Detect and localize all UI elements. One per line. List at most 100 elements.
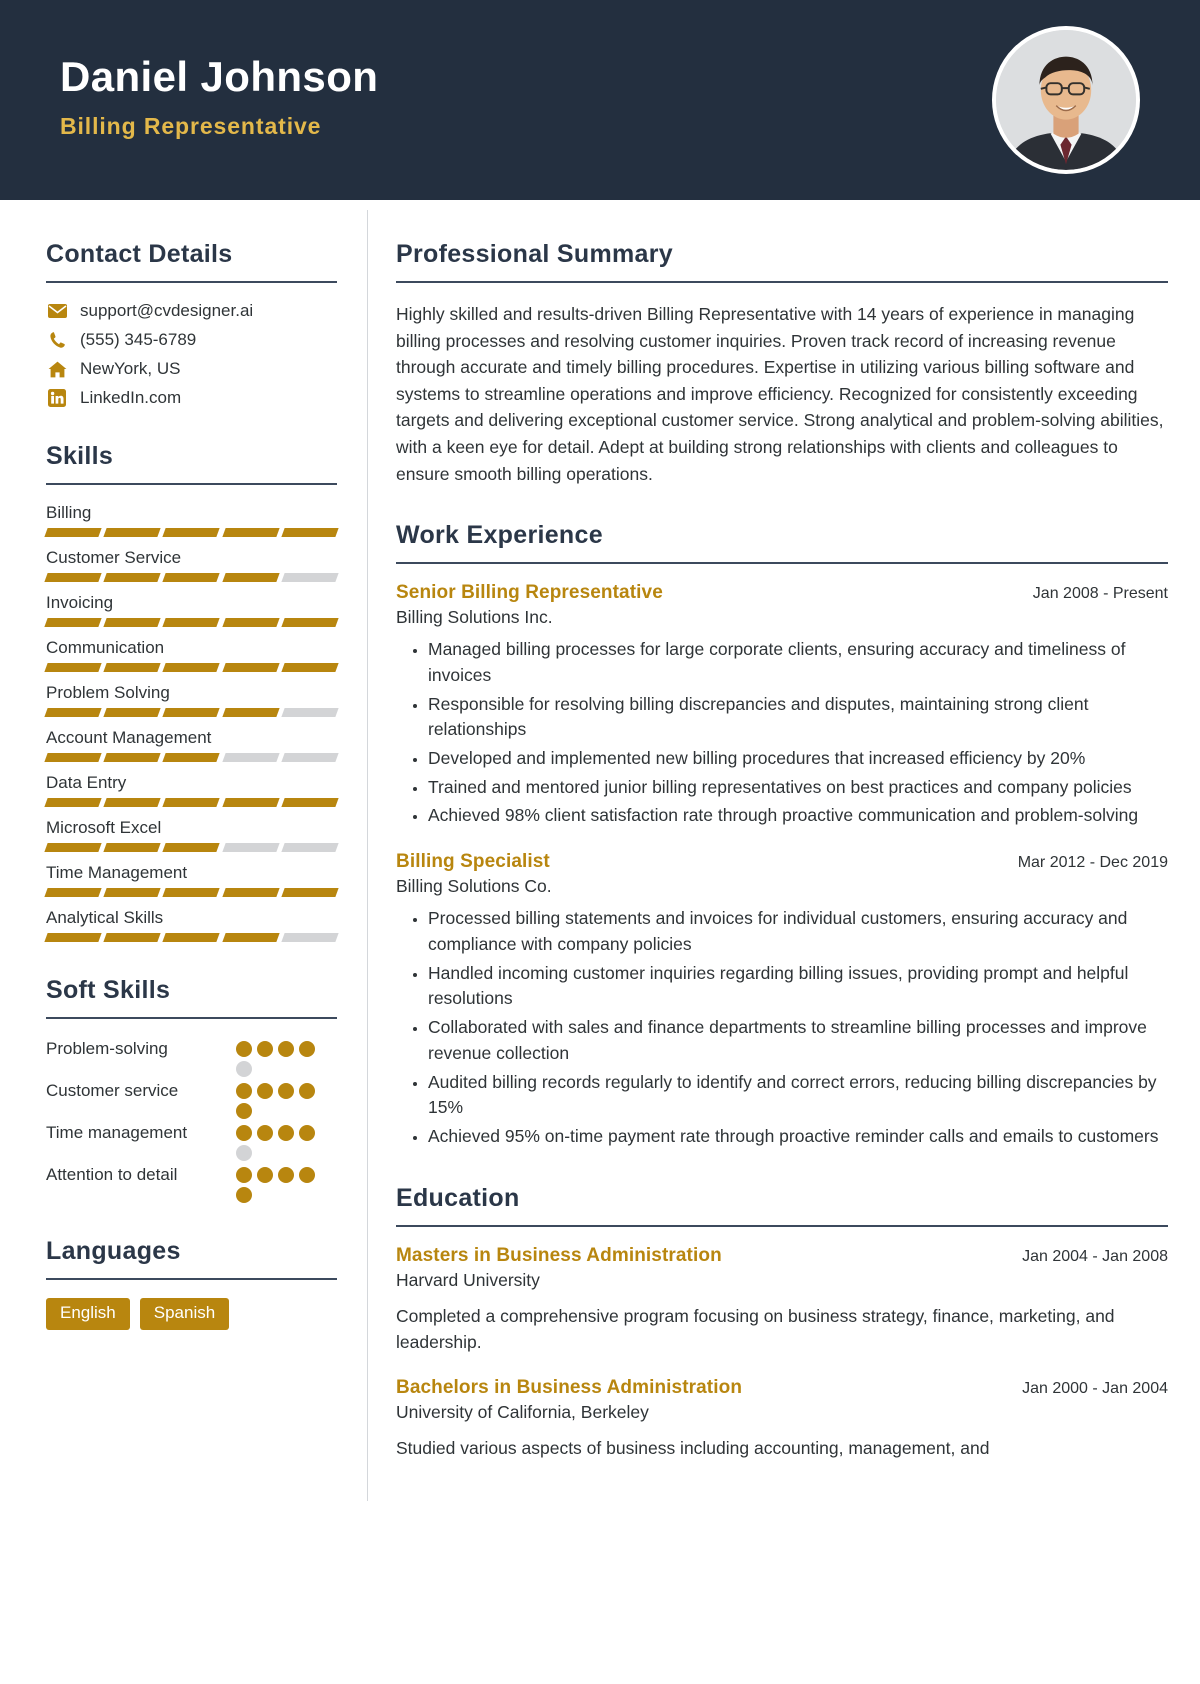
entry-date: Mar 2012 - Dec 2019 [1017, 854, 1168, 872]
skill-bar-segment [103, 753, 162, 762]
candidate-name: Daniel Johnson [60, 53, 379, 101]
skill-label: Problem Solving [46, 683, 170, 702]
skills-list: Billing Customer Service Invoicing Communic… [44, 503, 339, 942]
section-contact-details: Contact Details support@cvdesigner.ai (5… [46, 240, 337, 408]
entry-bullet: Developed and implemented new billing pr… [428, 746, 1168, 772]
experience-list: Senior Billing Representative Jan 2008 - … [396, 582, 1168, 1150]
skill-item: Data Entry [44, 773, 339, 807]
soft-skill-item: Customer service [46, 1079, 337, 1119]
skill-level-bar [44, 798, 339, 807]
skill-bar-segment [221, 888, 280, 897]
skill-level-bar [44, 663, 339, 672]
skill-bar-segment [44, 933, 102, 942]
skill-item: Communication [44, 638, 339, 672]
contact-heading-rule [46, 281, 337, 283]
skill-bar-segment [221, 528, 280, 537]
rating-dot [257, 1125, 273, 1141]
contact-list: support@cvdesigner.ai (555) 345-6789 New… [46, 301, 337, 408]
rating-dot [236, 1103, 252, 1119]
entry-date: Jan 2008 - Present [1032, 585, 1168, 603]
skill-bar-segment [162, 618, 221, 627]
contact-item-phone[interactable]: (555) 345-6789 [46, 330, 337, 350]
resume-body: Contact Details support@cvdesigner.ai (5… [0, 200, 1200, 1502]
entry-header: Billing Specialist Mar 2012 - Dec 2019 [396, 851, 1168, 873]
entry-bullet: Managed billing processes for large corp… [428, 637, 1168, 688]
skill-bar-segment [221, 753, 280, 762]
skill-bar-segment [281, 798, 339, 807]
soft-skill-label: Attention to detail [46, 1165, 178, 1184]
section-languages: Languages English Spanish [46, 1237, 337, 1330]
skill-bar-segment [221, 933, 280, 942]
skill-bar-segment [44, 753, 102, 762]
skill-bar-segment [162, 798, 221, 807]
header-text-block: Daniel Johnson Billing Representative [60, 54, 378, 145]
skill-bar-segment [221, 573, 280, 582]
contact-value-email: support@cvdesigner.ai [80, 301, 254, 320]
rating-dot [299, 1083, 315, 1099]
soft-skills-heading-rule [46, 1017, 337, 1019]
skill-bar-segment [162, 888, 221, 897]
skill-bar-segment [281, 618, 339, 627]
education-heading: Education [396, 1183, 520, 1212]
rating-dot [236, 1061, 252, 1077]
entry-bullet: Achieved 98% client satisfaction rate th… [428, 803, 1168, 829]
entry-organization: Billing Solutions Co. [396, 876, 552, 897]
entry: Senior Billing Representative Jan 2008 - … [396, 582, 1168, 829]
skill-item: Problem Solving [44, 683, 339, 717]
contact-value-phone: (555) 345-6789 [80, 330, 197, 349]
home-icon [46, 359, 68, 379]
summary-text: Highly skilled and results-driven Billin… [396, 304, 1164, 484]
soft-skill-item: Problem-solving [46, 1037, 337, 1077]
entry-header: Senior Billing Representative Jan 2008 - … [396, 582, 1168, 604]
resume-page: Daniel Johnson Billing Representative Co… [0, 0, 1200, 1684]
entry-bullet: Handled incoming customer inquiries rega… [428, 961, 1168, 1012]
contact-item-email[interactable]: support@cvdesigner.ai [46, 301, 337, 321]
skill-level-bar [44, 708, 339, 717]
resume-header: Daniel Johnson Billing Representative [0, 0, 1200, 200]
skill-level-bar [44, 888, 339, 897]
rating-dot [278, 1167, 294, 1183]
envelope-icon [46, 301, 68, 321]
rating-dot [278, 1083, 294, 1099]
skill-bar-segment [103, 618, 162, 627]
entry-bullet: Collaborated with sales and finance depa… [428, 1015, 1168, 1066]
rating-dot [257, 1167, 273, 1183]
skill-bar-segment [281, 708, 339, 717]
skill-bar-segment [162, 708, 221, 717]
skill-bar-segment [103, 933, 162, 942]
avatar [992, 26, 1140, 174]
soft-skills-heading: Soft Skills [46, 976, 171, 1004]
skill-bar-segment [162, 528, 221, 537]
rating-dot [278, 1125, 294, 1141]
contact-item-location[interactable]: NewYork, US [46, 359, 337, 379]
summary-heading-rule [396, 281, 1168, 283]
rating-dot [236, 1145, 252, 1161]
skill-label: Communication [46, 638, 165, 657]
skill-bar-segment [103, 708, 162, 717]
contact-value-location: NewYork, US [80, 359, 181, 378]
soft-skills-list: Problem-solving Customer service Time mana… [46, 1037, 337, 1203]
skill-item: Account Management [44, 728, 339, 762]
skill-bar-segment [44, 888, 102, 897]
entry: Masters in Business Administration Jan 20… [396, 1245, 1168, 1356]
skills-heading-rule [46, 483, 337, 485]
skill-label: Analytical Skills [46, 908, 164, 927]
entry-title: Bachelors in Business Administration [396, 1377, 743, 1399]
rating-dot [236, 1083, 252, 1099]
skills-heading: Skills [46, 442, 114, 470]
skill-item: Billing [44, 503, 339, 537]
soft-skill-label: Problem-solving [46, 1039, 168, 1058]
skill-bar-segment [162, 573, 221, 582]
skill-level-bar [44, 528, 339, 537]
linkedin-icon [46, 388, 68, 408]
skill-label: Data Entry [46, 773, 127, 792]
rating-dot [299, 1125, 315, 1141]
skill-item: Invoicing [44, 593, 339, 627]
skill-level-bar [44, 618, 339, 627]
skill-item: Microsoft Excel [44, 818, 339, 852]
skill-bar-segment [103, 663, 162, 672]
contact-item-linkedin[interactable]: LinkedIn.com [46, 388, 337, 408]
entry-organization: University of California, Berkeley [396, 1402, 649, 1423]
skill-bar-segment [281, 663, 339, 672]
rating-dot [278, 1041, 294, 1057]
